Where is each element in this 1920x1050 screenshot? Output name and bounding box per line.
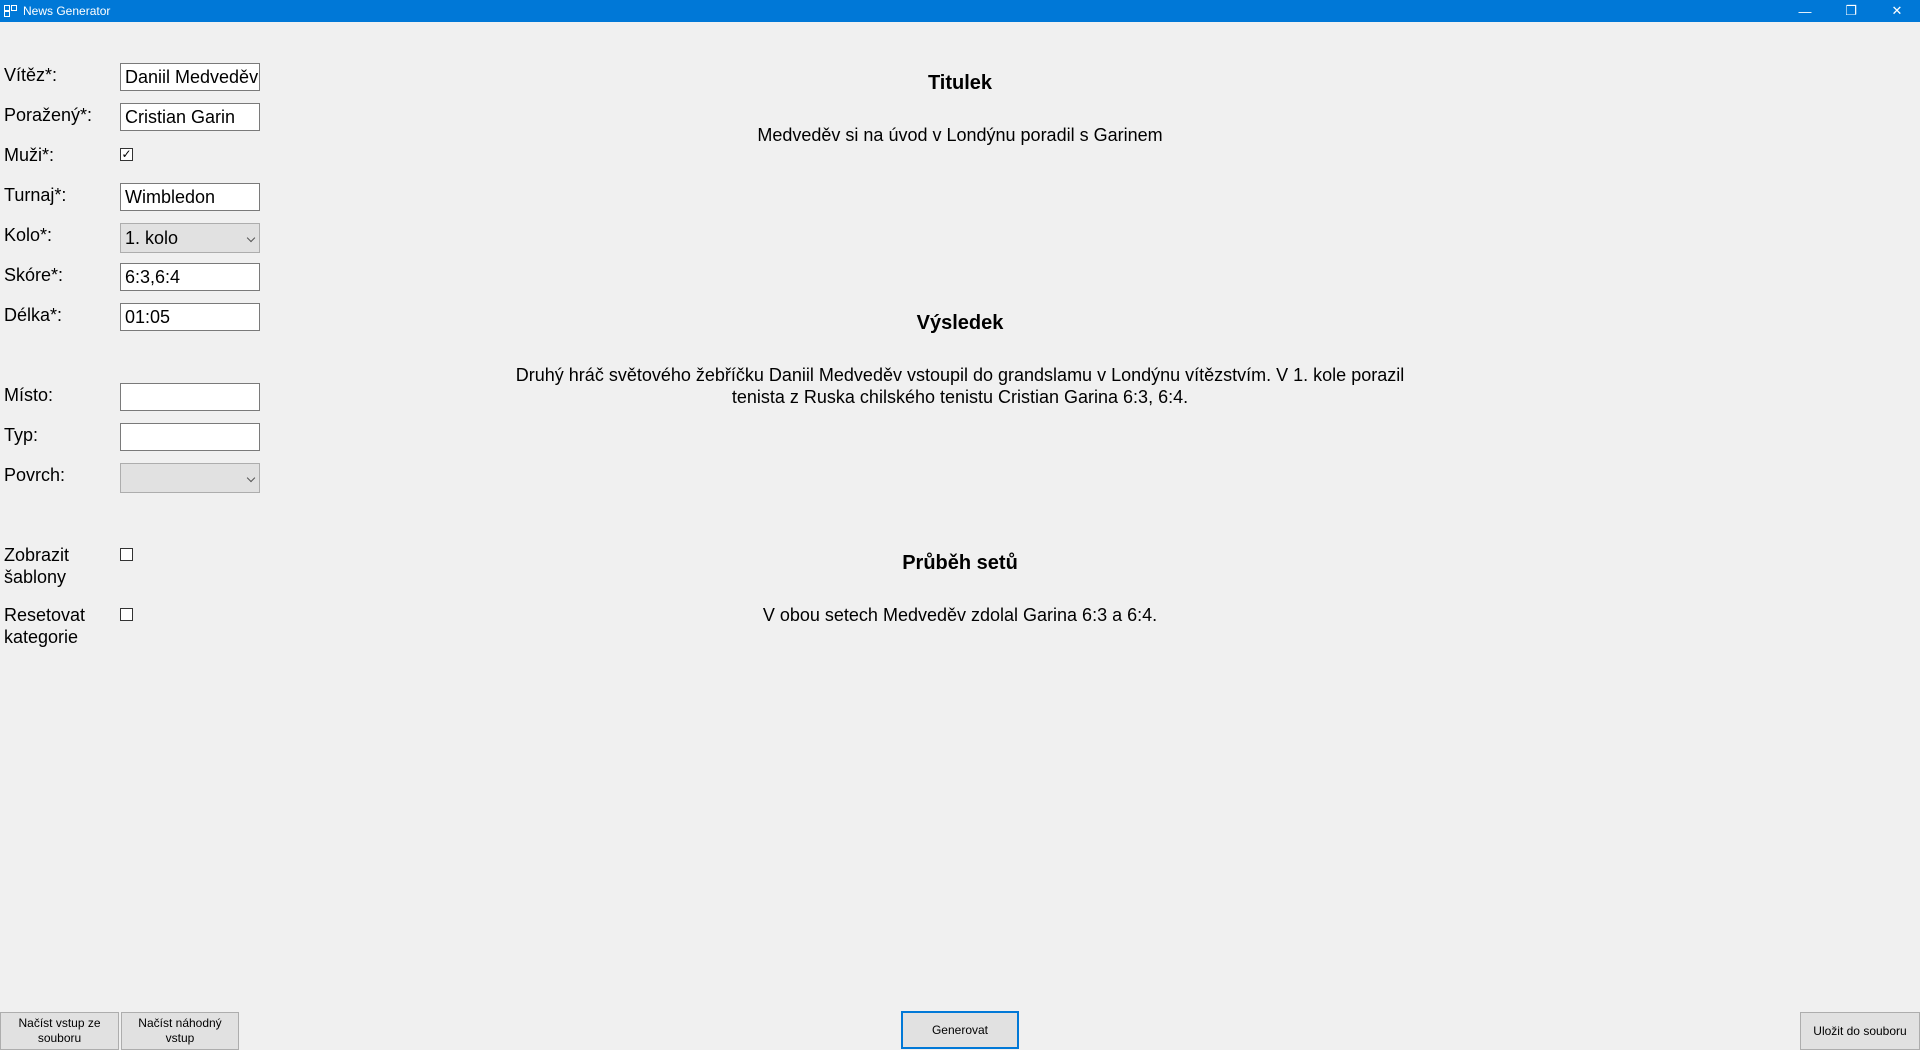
window-title-bar: News Generator — ❐ ✕ [0, 0, 1920, 22]
nacist-ze-souboru-label-line1: Načíst vstup ze [18, 1016, 101, 1030]
kolo-selected-value: 1. kolo [125, 228, 179, 248]
label-resetovat-kategorie-line2: kategorie [4, 627, 79, 647]
label-delka: Délka*: [4, 305, 63, 325]
window-controls: — ❐ ✕ [1782, 0, 1920, 22]
label-turnaj: Turnaj*: [4, 185, 67, 205]
turnaj-input[interactable]: Wimbledon [120, 183, 260, 211]
prubeh-setu-text: V obou setech Medveděv zdolal Garina 6:3… [762, 605, 1158, 625]
vysledek-heading: Výsledek [916, 312, 1004, 334]
label-misto: Místo: [4, 385, 54, 405]
label-porazeny: Poražený*: [4, 105, 93, 125]
label-resetovat-kategorie-line1: Resetovat [4, 605, 86, 625]
label-typ: Typ: [4, 425, 39, 445]
titulek-text: Medveděv si na úvod v Londýnu poradil s … [757, 125, 1163, 145]
generovat-button[interactable]: Generovat [901, 1011, 1019, 1049]
app-icon [4, 4, 18, 18]
povrch-select[interactable] [120, 463, 260, 493]
label-kolo: Kolo*: [4, 225, 53, 245]
generovat-label: Generovat [931, 1022, 989, 1037]
window-title: News Generator [23, 4, 111, 18]
minimize-icon: — [1798, 3, 1812, 19]
label-skore: Skóre*: [4, 265, 64, 285]
nacist-nahodny-label-line2: vstup [165, 1031, 195, 1045]
kolo-select[interactable]: 1. kolo [120, 223, 260, 253]
nacist-nahodny-label-line1: Načíst náhodný [138, 1016, 222, 1030]
zobrazit-sablony-checkbox[interactable] [120, 548, 133, 561]
vitez-input[interactable]: Daniil Medveděv [120, 63, 260, 91]
skore-input[interactable]: 6:3,6:4 [120, 263, 260, 291]
label-zobrazit-sablony-line1: Zobrazit [4, 545, 70, 565]
restore-icon: ❐ [1845, 3, 1857, 18]
chevron-down-icon [246, 233, 256, 243]
resetovat-kategorie-checkbox[interactable] [120, 608, 133, 621]
vysledek-text-line2: tenista z Ruska chilského tenistu Cristi… [731, 387, 1189, 407]
nacist-ze-souboru-label-line2: souboru [37, 1031, 82, 1045]
typ-input[interactable] [120, 423, 260, 451]
check-icon: ✓ [121, 147, 132, 161]
muzi-checkbox[interactable]: ✓ [120, 148, 133, 161]
porazeny-input[interactable]: Cristian Garin [120, 103, 260, 131]
label-povrch: Povrch: [4, 465, 66, 485]
ulozit-do-souboru-button[interactable]: Uložit do souboru [1800, 1012, 1920, 1050]
delka-input[interactable]: 01:05 [120, 303, 260, 331]
close-icon: ✕ [1891, 3, 1903, 18]
label-zobrazit-sablony-line2: šablony [4, 567, 67, 587]
label-muzi: Muži*: [4, 145, 55, 165]
restore-button[interactable]: ❐ [1828, 0, 1874, 22]
chevron-down-icon [246, 473, 256, 483]
minimize-button[interactable]: — [1782, 0, 1828, 22]
close-button[interactable]: ✕ [1874, 0, 1920, 22]
vysledek-text-line1: Druhý hráč světového žebříčku Daniil Med… [515, 365, 1405, 385]
ulozit-label: Uložit do souboru [1813, 1023, 1907, 1038]
nacist-ze-souboru-button[interactable]: Načíst vstup ze souboru [0, 1012, 119, 1050]
prubeh-setu-heading: Průběh setů [902, 552, 1018, 574]
titulek-heading: Titulek [927, 72, 993, 94]
nacist-nahodny-button[interactable]: Načíst náhodný vstup [121, 1012, 239, 1050]
misto-input[interactable] [120, 383, 260, 411]
label-vitez: Vítěz*: [4, 65, 58, 85]
